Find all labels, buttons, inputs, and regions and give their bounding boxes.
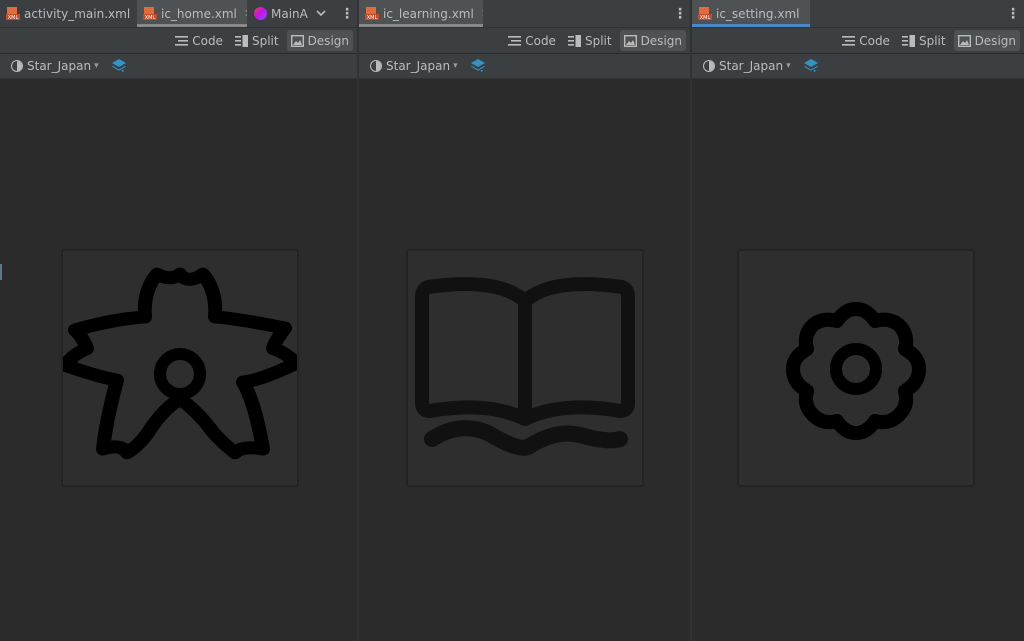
theme-icon [703,60,715,72]
close-icon[interactable]: ✕ [481,7,483,20]
tab-bar: XML ic_learning.xml ✕ ⋮ [359,0,690,28]
open-book-icon [415,277,635,456]
chevron-down-icon[interactable]: ▾ [453,61,458,71]
theme-selector[interactable]: Star_Japan [719,59,783,73]
chevron-down-icon[interactable]: ▾ [786,61,791,71]
tab-bar: XML activity_main.xml ✕ XML ic_home.xml … [0,0,357,28]
sakura-flower-icon [63,267,297,460]
design-toolbar: Star_Japan ▾ [0,54,357,79]
close-icon[interactable]: ✕ [244,7,247,20]
kotlin-file-icon [254,7,267,20]
design-canvas[interactable] [692,80,1024,641]
tab-ic-setting[interactable]: XML ic_setting.xml [692,0,810,27]
design-label: Design [640,33,682,48]
design-view-button[interactable]: Design [286,30,353,51]
tab-activity-main[interactable]: XML activity_main.xml ✕ [0,0,136,27]
design-toolbar: Star_Japan ▾ [692,54,1024,79]
code-view-button[interactable]: Code [504,30,560,51]
view-mode-bar: Code Split Design [692,28,1024,53]
image-icon [623,34,637,47]
split-icon [567,34,581,47]
design-view-button[interactable]: Design [619,30,686,51]
drawable-preview[interactable] [738,250,974,486]
tab-label: activity_main.xml [24,6,131,21]
split-view-button[interactable]: Split [564,30,616,51]
xml-file-icon: XML [365,6,379,21]
code-lines-icon [842,35,856,46]
xml-file-icon: XML [143,6,157,21]
more-options-icon[interactable]: ⋮ [340,0,354,27]
xml-file-icon: XML [6,6,20,21]
more-options-icon[interactable]: ⋮ [673,0,687,27]
tab-underline [137,24,247,27]
view-mode-bar: Code Split Design [0,28,357,53]
tab-label: ic_home.xml [161,6,237,21]
code-lines-icon [508,35,522,46]
tab-underline [359,24,483,27]
tab-underline [692,24,810,27]
design-label: Design [307,33,349,48]
code-view-button[interactable]: Code [171,30,227,51]
theme-icon [370,60,382,72]
split-view-button[interactable]: Split [231,30,283,51]
svg-text:XML: XML [700,15,711,21]
code-lines-icon [175,35,189,46]
edge-indicator [0,264,2,280]
tab-ic-learning[interactable]: XML ic_learning.xml ✕ [359,0,483,27]
design-canvas[interactable] [0,80,357,641]
theme-selector[interactable]: Star_Japan [386,59,450,73]
editor-pane-1: XML activity_main.xml ✕ XML ic_home.xml … [0,0,357,641]
tab-ic-home[interactable]: XML ic_home.xml ✕ [137,0,247,27]
layers-icon[interactable] [470,58,486,74]
view-mode-bar: Code Split Design [359,28,690,53]
image-icon [957,34,971,47]
design-view-button[interactable]: Design [953,30,1020,51]
tab-label: ic_learning.xml [383,6,474,21]
image-icon [290,34,304,47]
code-label: Code [525,33,556,48]
code-label: Code [192,33,223,48]
drawable-preview[interactable] [62,250,298,486]
split-icon [234,34,248,47]
tab-label: MainA [271,6,308,21]
svg-text:XML: XML [145,15,156,21]
code-view-button[interactable]: Code [838,30,894,51]
xml-file-icon: XML [698,6,712,21]
more-options-icon[interactable]: ⋮ [1006,0,1020,27]
chevron-down-icon[interactable]: ▾ [94,61,99,71]
editor-pane-2: XML ic_learning.xml ✕ ⋮ Code Split Desig… [359,0,690,641]
tab-bar: XML ic_setting.xml ⋮ [692,0,1024,28]
drawable-preview[interactable] [407,250,643,486]
design-canvas[interactable] [359,80,690,641]
editor-pane-3: XML ic_setting.xml ⋮ Code Split Design S… [692,0,1024,641]
layers-icon[interactable] [111,58,127,74]
split-view-button[interactable]: Split [898,30,950,51]
chevron-down-icon[interactable] [314,0,328,27]
theme-icon [11,60,23,72]
split-label: Split [251,33,279,48]
split-label: Split [584,33,612,48]
layers-icon[interactable] [803,58,819,74]
gear-icon [786,302,926,440]
split-icon [901,34,915,47]
theme-selector[interactable]: Star_Japan [27,59,91,73]
split-label: Split [918,33,946,48]
tab-label: ic_setting.xml [716,6,800,21]
svg-text:XML: XML [367,15,378,21]
code-label: Code [859,33,890,48]
design-label: Design [974,33,1016,48]
design-toolbar: Star_Japan ▾ [359,54,690,79]
svg-text:XML: XML [8,15,19,21]
tab-main-activity[interactable]: MainA [248,0,310,27]
